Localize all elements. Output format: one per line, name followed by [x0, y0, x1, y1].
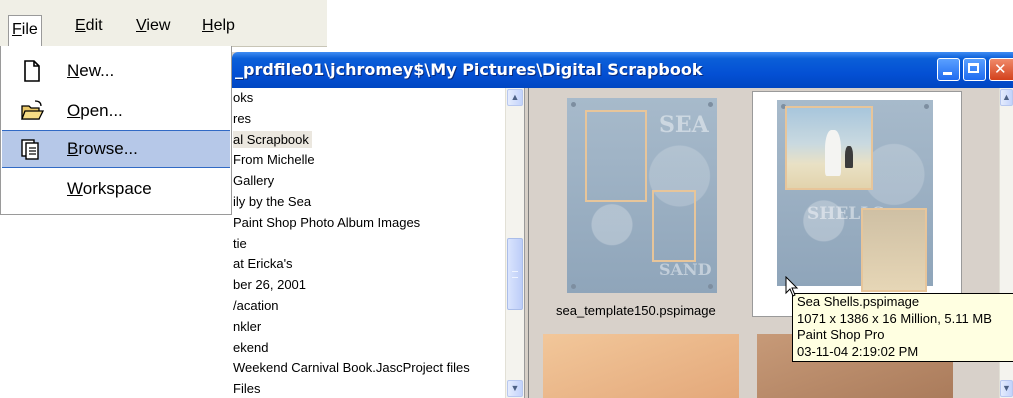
menu-edit-accel: E	[75, 17, 86, 34]
menu-edit-label: dit	[85, 17, 103, 34]
pin-icon	[571, 284, 576, 289]
folder-name: ily by the Sea	[233, 193, 312, 209]
menu-item-label: Open...	[67, 101, 123, 120]
folder-name: tie	[233, 235, 247, 251]
folder-tree-item[interactable]: ekend	[232, 338, 504, 359]
folder-name: ekend	[233, 339, 269, 355]
thumbnail-image: SHELLS	[777, 100, 933, 292]
thumbnail-item[interactable]: SEA SAND sea_template150.pspimage	[539, 90, 739, 320]
menu-file[interactable]: File	[8, 15, 42, 46]
open-folder-icon	[21, 100, 44, 120]
menu-help[interactable]: Help	[202, 17, 235, 35]
folder-name: oks	[233, 90, 254, 105]
menu-view-accel: V	[136, 17, 147, 34]
beach-photo	[785, 106, 873, 190]
folder-tree-item[interactable]: ber 26, 2001	[232, 275, 504, 296]
menu-view-label: iew	[146, 17, 171, 34]
menu-item-open[interactable]: Open...	[1, 92, 231, 130]
folder-tree-item[interactable]: tie	[232, 234, 504, 255]
browse-icon	[21, 139, 39, 160]
folder-tree-scrollbar[interactable]: ▲ ▼	[505, 88, 524, 398]
menu-file-accel: F	[12, 21, 22, 38]
child-figure	[845, 146, 853, 168]
title-bar[interactable]: _prdfile01\jchromey$\My Pictures\Digital…	[232, 52, 1013, 88]
scroll-thumb[interactable]	[507, 238, 523, 310]
tooltip-date: 03-11-04 2:19:02 PM	[797, 343, 919, 359]
pin-icon	[571, 102, 576, 107]
photo-frame	[652, 190, 696, 262]
folder-tree: oks res al Scrapbook From Michelle Gallery il…	[232, 88, 525, 398]
menu-file-label: ile	[21, 21, 38, 38]
menu-item-workspace[interactable]: Workspace	[1, 170, 231, 208]
sea-text-decoration: SEA	[659, 112, 709, 138]
menu-item-label: Workspace	[67, 179, 152, 198]
thumbnail-image: SEA SAND	[567, 98, 717, 293]
mouse-pointer-icon	[785, 276, 799, 297]
thumbnail-image-partial[interactable]	[543, 334, 739, 398]
chair-photo	[861, 208, 927, 292]
menu-item-label: New...	[67, 61, 115, 80]
tooltip-application: Paint Shop Pro	[797, 327, 885, 342]
folder-name: From Michelle	[233, 152, 315, 168]
folder-tree-item[interactable]: /acation	[232, 296, 504, 317]
tooltip-filename: Sea Shells.pspimage	[797, 294, 920, 309]
folder-name: res	[233, 110, 252, 126]
scroll-up-arrow-icon[interactable]: ▲	[1000, 89, 1013, 106]
menu-item-new[interactable]: New...	[1, 52, 231, 90]
folder-tree-item[interactable]: Gallery	[232, 171, 504, 192]
folder-tree-list: oks res al Scrapbook From Michelle Gallery il…	[232, 88, 504, 398]
thumbnail-item-selected[interactable]: SHELLS	[752, 91, 962, 317]
photo-frame	[585, 110, 647, 202]
folder-tree-item[interactable]: oks	[232, 88, 504, 109]
folder-tree-item[interactable]: al Scrapbook	[232, 130, 504, 151]
folder-tree-item[interactable]: at Ericka's	[232, 254, 504, 275]
new-document-icon	[24, 60, 40, 82]
folder-tree-item[interactable]: nkler	[232, 317, 504, 338]
folder-tree-item[interactable]: Paint Shop Photo Album Images	[232, 213, 504, 234]
menu-edit[interactable]: Edit	[75, 17, 103, 35]
folder-tree-item[interactable]: ily by the Sea	[232, 192, 504, 213]
menu-bar: File Edit View Help	[0, 0, 327, 47]
folder-name: ber 26, 2001	[233, 277, 307, 293]
file-menu-dropdown: New... Open... Browse... Workspace	[0, 46, 232, 215]
folder-name: Files	[233, 381, 261, 397]
tooltip-dimensions: 1071 x 1386 x 16 Million, 5.11 MB	[797, 310, 992, 326]
folder-tree-item[interactable]: Weekend Carnival Book.JascProject files	[232, 358, 504, 379]
pin-icon	[924, 104, 929, 109]
folder-name: nkler	[233, 318, 262, 334]
window-title: _prdfile01\jchromey$\My Pictures\Digital…	[235, 60, 703, 79]
maximize-button[interactable]	[963, 58, 986, 81]
menu-help-accel: H	[202, 17, 214, 34]
folder-tree-item[interactable]: From Michelle	[232, 150, 504, 171]
folder-tree-item[interactable]: res	[232, 109, 504, 130]
scroll-down-arrow-icon[interactable]: ▼	[507, 380, 523, 397]
thumbnail-filename: sea_template150.pspimage	[556, 303, 716, 318]
menu-item-browse[interactable]: Browse...	[2, 130, 230, 168]
menu-view[interactable]: View	[136, 17, 170, 35]
folder-name: al Scrapbook	[233, 130, 312, 148]
folder-name: Paint Shop Photo Album Images	[233, 214, 421, 230]
file-info-tooltip: Sea Shells.pspimage 1071 x 1386 x 16 Mil…	[792, 293, 1013, 362]
folder-name: Gallery	[233, 173, 275, 189]
pin-icon	[708, 102, 713, 107]
menu-item-label: Browse...	[67, 139, 138, 158]
scroll-up-arrow-icon[interactable]: ▲	[507, 89, 523, 106]
folder-name: at Ericka's	[233, 256, 293, 272]
minimize-button[interactable]	[937, 58, 960, 81]
close-button[interactable]	[989, 58, 1013, 81]
person-figure	[825, 130, 841, 176]
folder-name: Weekend Carnival Book.JascProject files	[233, 360, 470, 376]
menu-help-label: elp	[213, 17, 235, 34]
folder-tree-item[interactable]: Files	[232, 379, 504, 398]
scroll-down-arrow-icon[interactable]: ▼	[1000, 380, 1013, 397]
sand-text-decoration: SAND	[659, 260, 712, 279]
folder-name: /acation	[233, 297, 279, 313]
pin-icon	[708, 284, 713, 289]
